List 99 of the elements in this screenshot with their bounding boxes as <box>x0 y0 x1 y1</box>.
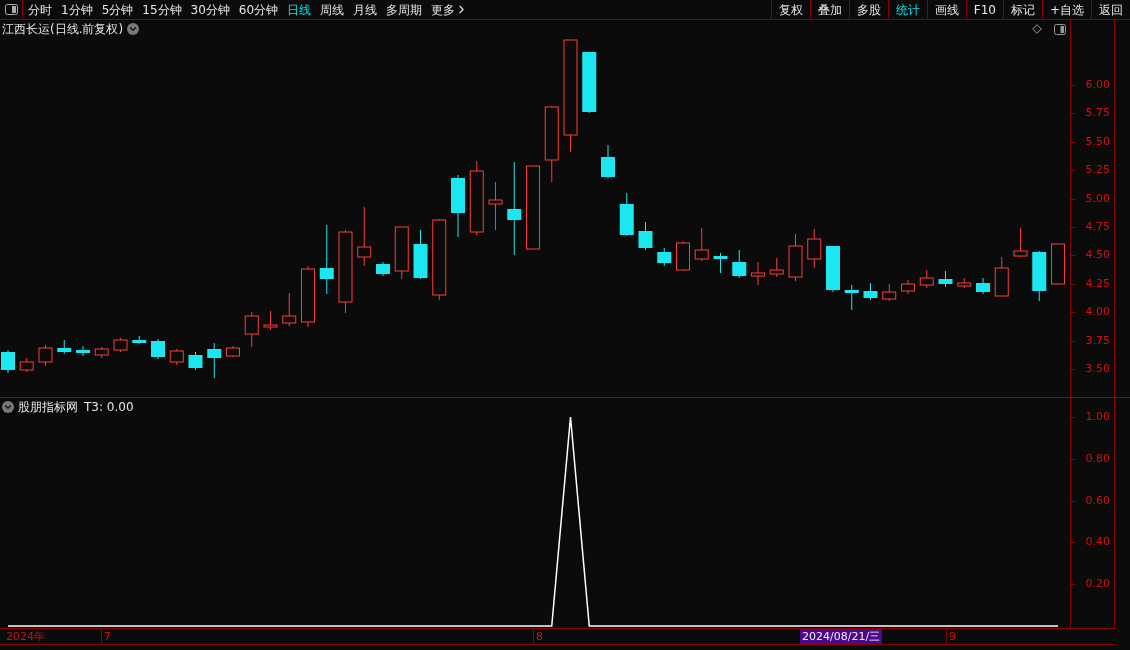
period-tab[interactable]: 多周期 <box>386 0 423 19</box>
candlestick <box>151 338 165 360</box>
candlestick <box>807 228 822 269</box>
period-tab[interactable]: 周线 <box>320 0 345 19</box>
candlestick <box>132 335 147 345</box>
price-axis-label: 5.75 <box>1085 107 1110 119</box>
price-axis-label: 5.00 <box>1085 192 1110 204</box>
period-tab[interactable]: 60分钟 <box>238 0 279 19</box>
candlestick <box>226 345 240 358</box>
toolbar-button[interactable]: 复权 <box>770 0 810 19</box>
candlestick <box>994 256 1009 297</box>
candlestick <box>1032 250 1047 302</box>
candlestick <box>244 311 259 348</box>
price-axis-label: 3.50 <box>1085 363 1110 374</box>
candlestick <box>713 252 728 274</box>
period-tab[interactable]: 15分钟 <box>142 0 182 19</box>
candlestick <box>638 221 653 251</box>
period-tab[interactable]: 5分钟 <box>101 0 134 19</box>
candlestick <box>844 284 859 311</box>
toolbar-button[interactable]: 返回 <box>1091 0 1130 19</box>
candlestick <box>263 310 278 331</box>
candlestick <box>657 247 672 267</box>
candlestick <box>1051 243 1065 286</box>
candlestick <box>919 269 934 289</box>
toolbar-button[interactable]: F10 <box>965 0 1003 19</box>
price-axis-label: 6.00 <box>1085 79 1110 90</box>
candlestick <box>694 227 709 262</box>
candlestick <box>1 349 15 374</box>
candlestick <box>601 144 615 179</box>
price-axis-label: 4.25 <box>1085 277 1110 289</box>
period-tab[interactable]: 30分钟 <box>190 0 230 19</box>
date-label: 2024年 <box>6 629 45 644</box>
toolbar-button[interactable]: 标记 <box>1002 0 1042 19</box>
indicator-axis-label: 0.80 <box>1085 452 1110 464</box>
chart-title: 江西长运(日线.前复权) <box>2 21 124 38</box>
price-axis-label: 5.25 <box>1085 164 1110 176</box>
candlestick <box>357 206 372 267</box>
candlestick <box>394 226 409 280</box>
candlestick <box>94 346 109 359</box>
diamond-icon[interactable] <box>1032 24 1042 34</box>
toolbar-button[interactable]: 叠加 <box>809 0 849 19</box>
candlestick <box>188 351 203 371</box>
indicator-reading: T3: 0.00 <box>84 398 134 416</box>
candlestick <box>301 265 315 328</box>
candlestick <box>169 348 184 366</box>
period-tab[interactable]: 1分钟 <box>61 0 93 19</box>
indicator-axis-label: 0.20 <box>1085 578 1110 590</box>
period-tab[interactable]: 日线 <box>287 0 312 19</box>
period-tab[interactable]: 更多 <box>431 0 469 19</box>
date-label: 8 <box>533 629 543 644</box>
price-axis-label: 4.50 <box>1085 249 1110 261</box>
candlestick <box>38 344 53 367</box>
toolbar-button[interactable]: 统计 <box>887 0 927 19</box>
candlestick <box>76 345 90 357</box>
period-tab[interactable]: 分时 <box>28 0 52 19</box>
indicator-axis-label: 0.60 <box>1085 494 1110 506</box>
panel-icon[interactable] <box>1054 23 1066 35</box>
candlestick <box>957 277 972 289</box>
candlestick <box>413 229 428 280</box>
indicator-axis-label: 1.00 <box>1085 411 1110 422</box>
candlestick <box>619 192 634 237</box>
candlestick <box>901 279 915 295</box>
chevron-down-icon[interactable] <box>127 23 140 35</box>
candlestick <box>863 282 878 301</box>
candlestick <box>57 339 72 355</box>
candlestick <box>769 257 784 278</box>
candlestick <box>113 337 128 353</box>
date-label: 9 <box>946 629 956 644</box>
candlestick <box>938 270 953 288</box>
candlestick <box>1013 227 1028 258</box>
candlestick <box>319 224 334 295</box>
price-axis-label: 4.75 <box>1085 221 1110 232</box>
candlestick <box>976 277 990 295</box>
toolbar-button[interactable]: +自选 <box>1041 0 1091 19</box>
date-label: 2024/08/21/三 <box>800 629 883 644</box>
price-axis-label: 4.00 <box>1085 306 1110 318</box>
candlestick <box>488 181 503 231</box>
price-axis-label: 5.50 <box>1085 135 1110 147</box>
chevron-down-icon[interactable] <box>2 400 14 413</box>
price-axis-label: 3.75 <box>1085 334 1110 346</box>
candlestick <box>376 261 390 277</box>
candlestick <box>732 249 747 279</box>
candlestick <box>19 357 34 373</box>
candlestick <box>882 283 897 302</box>
indicator-axis-label: 0.40 <box>1085 536 1110 548</box>
candlestick <box>826 245 840 293</box>
candlestick <box>207 342 222 379</box>
candlestick <box>676 240 690 272</box>
toolbar-button[interactable]: 画线 <box>926 0 966 19</box>
indicator-name: 股朋指标网 <box>18 398 78 416</box>
candlestick <box>751 261 765 286</box>
toolbar-button[interactable]: 多股 <box>848 0 888 19</box>
date-label: 7 <box>101 629 111 644</box>
candlestick <box>282 292 297 327</box>
candlestick <box>451 174 465 238</box>
period-tab[interactable]: 月线 <box>353 0 378 19</box>
candlestick <box>582 51 597 114</box>
panel-icon <box>4 4 18 15</box>
candlestick <box>788 233 803 282</box>
